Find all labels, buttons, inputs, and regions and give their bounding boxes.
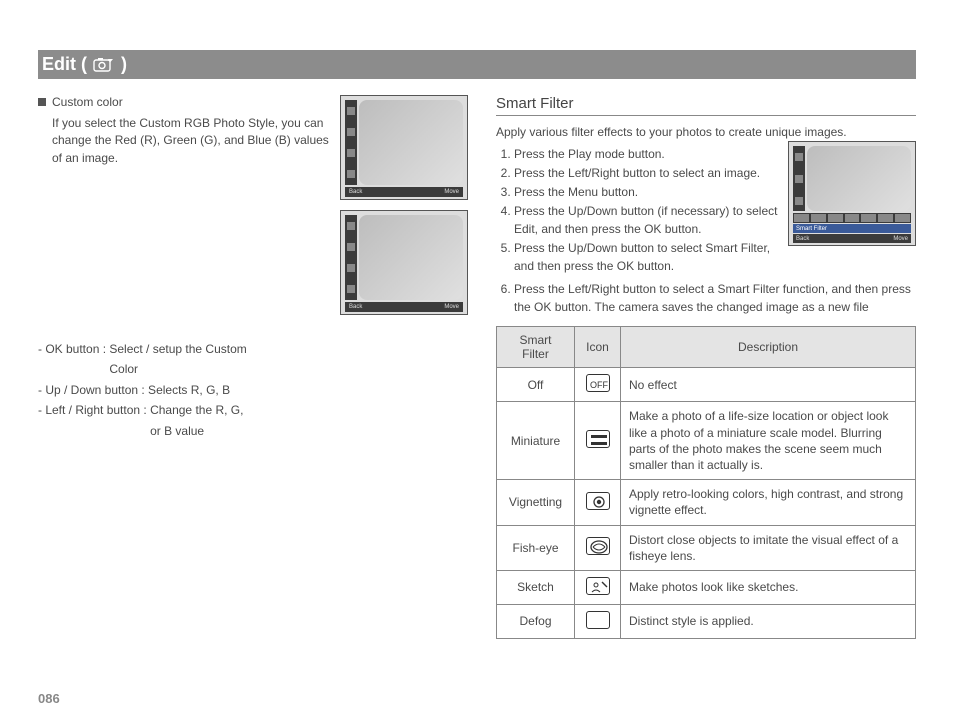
smart-filter-steps: Press the Play mode button. Press the Le… [496, 145, 778, 276]
sf-desc: Apply retro-looking colors, high contras… [621, 480, 916, 525]
page-title-bar: Edit ( ) [38, 50, 916, 79]
step-3: Press the Menu button. [514, 183, 778, 201]
step-6: Press the Left/Right button to select a … [514, 280, 916, 316]
th-smartfilter: Smart Filter [497, 327, 575, 368]
smart-filter-intro: Apply various filter effects to your pho… [496, 124, 916, 141]
sf-name: Defog [497, 604, 575, 638]
page-number: 086 [38, 691, 60, 706]
thumb-back-label: Back [349, 189, 362, 195]
sf-name: Fish-eye [497, 525, 575, 570]
smart-filter-tbody: Off OFF No effect Miniature Make a photo… [497, 368, 916, 639]
custom-color-heading-row: Custom color [38, 95, 330, 109]
control-row-updown: - Up / Down button : Selects R, G, B [38, 380, 468, 400]
title-suffix: ) [121, 54, 127, 75]
table-row: Defog Distinct style is applied. [497, 604, 916, 638]
step-2: Press the Left/Right button to select an… [514, 164, 778, 182]
control-desc: : Selects R, G, B [141, 380, 230, 400]
custom-color-description: If you select the Custom RGB Photo Style… [38, 115, 330, 167]
thumb-move-label: Move [444, 189, 459, 195]
table-row: Sketch Make photos look like sketches. [497, 570, 916, 604]
sf-name: Sketch [497, 570, 575, 604]
manual-page: Edit ( ) Custom color If you select the … [0, 0, 954, 649]
control-label: - OK button [38, 339, 103, 380]
filter-off-icon: OFF [586, 374, 610, 392]
svg-text:OFF: OFF [590, 380, 608, 390]
control-list: - OK button : Select / setup the Custom … [38, 339, 468, 441]
sf-thumb-label: Smart Filter [793, 224, 911, 233]
table-row: Vignetting Apply retro-looking colors, h… [497, 480, 916, 525]
right-column: Smart Filter Apply various filter effect… [496, 95, 916, 639]
th-description: Description [621, 327, 916, 368]
sf-desc: Make a photo of a life-size location or … [621, 402, 916, 480]
control-row-leftright: - Left / Right button : Change the R, G,… [38, 400, 468, 441]
step-4: Press the Up/Down button (if necessary) … [514, 202, 778, 238]
sketch-icon [586, 577, 610, 595]
table-row: Miniature Make a photo of a life-size lo… [497, 402, 916, 480]
rgb-thumb-1: Back Move [340, 95, 468, 200]
sf-thumb-move: Move [893, 236, 908, 242]
custom-color-heading: Custom color [52, 95, 123, 109]
title-prefix: Edit ( [42, 54, 87, 75]
sf-thumb-back: Back [796, 236, 809, 242]
th-icon: Icon [575, 327, 621, 368]
smart-filter-table: Smart Filter Icon Description Off OFF No… [496, 326, 916, 639]
sf-desc: Distort close objects to imitate the vis… [621, 525, 916, 570]
control-label: - Left / Right button [38, 400, 143, 441]
step-5: Press the Up/Down button to select Smart… [514, 239, 778, 275]
fisheye-icon [586, 537, 610, 555]
defog-icon [586, 611, 610, 629]
control-row-ok: - OK button : Select / setup the Custom … [38, 339, 468, 380]
thumb-move-label: Move [444, 304, 459, 310]
control-desc: : Change the R, G, or B value [143, 400, 243, 441]
left-column: Custom color If you select the Custom RG… [38, 95, 468, 639]
square-bullet-icon [38, 98, 46, 106]
sf-name: Vignetting [497, 480, 575, 525]
rgb-thumbnails: Back Move Back Move [340, 95, 468, 315]
control-desc: : Select / setup the Custom Color [103, 339, 247, 380]
sf-desc: No effect [621, 368, 916, 402]
smart-filter-heading: Smart Filter [496, 95, 916, 116]
table-row: Off OFF No effect [497, 368, 916, 402]
thumb-back-label: Back [349, 304, 362, 310]
sf-desc: Distinct style is applied. [621, 604, 916, 638]
miniature-icon [586, 430, 610, 448]
smart-filter-steps-cont: Press the Left/Right button to select a … [496, 280, 916, 316]
table-row: Fish-eye Distort close objects to imitat… [497, 525, 916, 570]
content-columns: Custom color If you select the Custom RG… [38, 95, 916, 639]
rgb-thumb-2: Back Move [340, 210, 468, 315]
sf-desc: Make photos look like sketches. [621, 570, 916, 604]
smart-filter-thumb: Smart Filter Back Move [788, 141, 916, 246]
edit-mode-icon [93, 57, 115, 73]
sf-name: Off [497, 368, 575, 402]
step-1: Press the Play mode button. [514, 145, 778, 163]
sf-name: Miniature [497, 402, 575, 480]
vignetting-icon [586, 492, 610, 510]
control-label: - Up / Down button [38, 380, 141, 400]
